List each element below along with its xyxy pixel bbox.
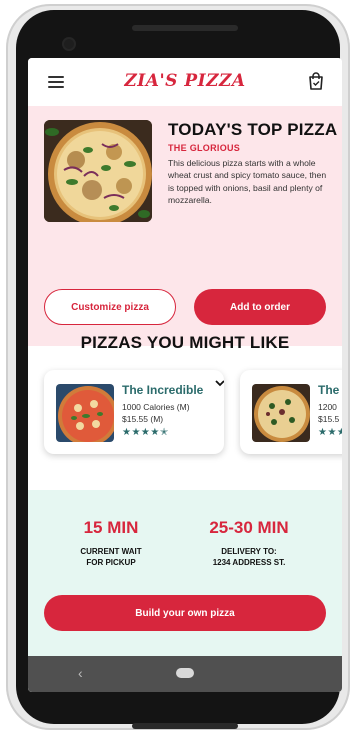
build-your-own-pizza-button[interactable]: Build your own pizza bbox=[44, 595, 326, 631]
pizza-name: The G bbox=[318, 383, 342, 397]
pizza-price: $15.5 bbox=[318, 414, 340, 424]
pickup-wait-value: 15 MIN bbox=[83, 518, 139, 537]
customize-pizza-button[interactable]: Customize pizza bbox=[44, 289, 176, 325]
pizza-calories: 1200 bbox=[318, 402, 337, 412]
section-title: PIZZAS YOU MIGHT LIKE bbox=[80, 333, 290, 352]
chevron-down-icon[interactable] bbox=[214, 378, 224, 388]
home-icon[interactable] bbox=[176, 668, 194, 678]
pizza-calories: 1000 Calories (M) bbox=[122, 402, 190, 412]
pizza-rating: ★★★★✭ bbox=[122, 427, 169, 438]
hero-pizza-name: THE GLORIOUS bbox=[168, 143, 241, 153]
add-to-order-button[interactable]: Add to order bbox=[194, 289, 326, 325]
pickup-wait-label: FOR PICKUP bbox=[86, 558, 136, 567]
pizza-rating: ★★★ bbox=[318, 427, 342, 438]
pickup-wait-label: CURRENT WAIT bbox=[80, 547, 142, 556]
app-bar: ZIA'S PIZZA bbox=[28, 58, 342, 106]
pizza-image bbox=[56, 384, 114, 442]
brand-logo: ZIA'S PIZZA bbox=[124, 71, 246, 91]
delivery-label: DELIVERY TO: bbox=[221, 547, 277, 556]
system-nav-bar: ‹ bbox=[28, 656, 342, 692]
pizza-price: $15.55 (M) bbox=[122, 414, 164, 424]
pizza-card[interactable]: The Incredible 1000 Calories (M) $15.55 … bbox=[44, 370, 224, 454]
front-camera bbox=[64, 39, 74, 49]
hero-title: TODAY'S TOP PIZZA bbox=[168, 120, 338, 139]
bottom-speaker bbox=[132, 723, 238, 729]
top-pizza-section: TODAY'S TOP PIZZA THE GLORIOUS This deli… bbox=[28, 106, 342, 346]
app-screen: ZIA'S PIZZA TODAY'S TOP PIZZA THE GLORIO… bbox=[28, 58, 342, 692]
hero-description: This delicious pizza starts with a whole… bbox=[168, 158, 327, 205]
shopping-bag-icon[interactable] bbox=[308, 72, 324, 90]
delivery-address: 1234 ADDRESS ST. bbox=[212, 558, 286, 567]
pizza-card[interactable]: The G 1200 $15.5 ★★★ bbox=[240, 370, 342, 454]
top-speaker bbox=[132, 25, 238, 31]
back-icon[interactable]: ‹ bbox=[78, 665, 83, 681]
delivery-time-value: 25-30 MIN bbox=[209, 518, 289, 537]
top-pizza-image bbox=[44, 120, 152, 222]
pizza-name: The Incredible bbox=[122, 383, 204, 397]
pizza-image bbox=[252, 384, 310, 442]
